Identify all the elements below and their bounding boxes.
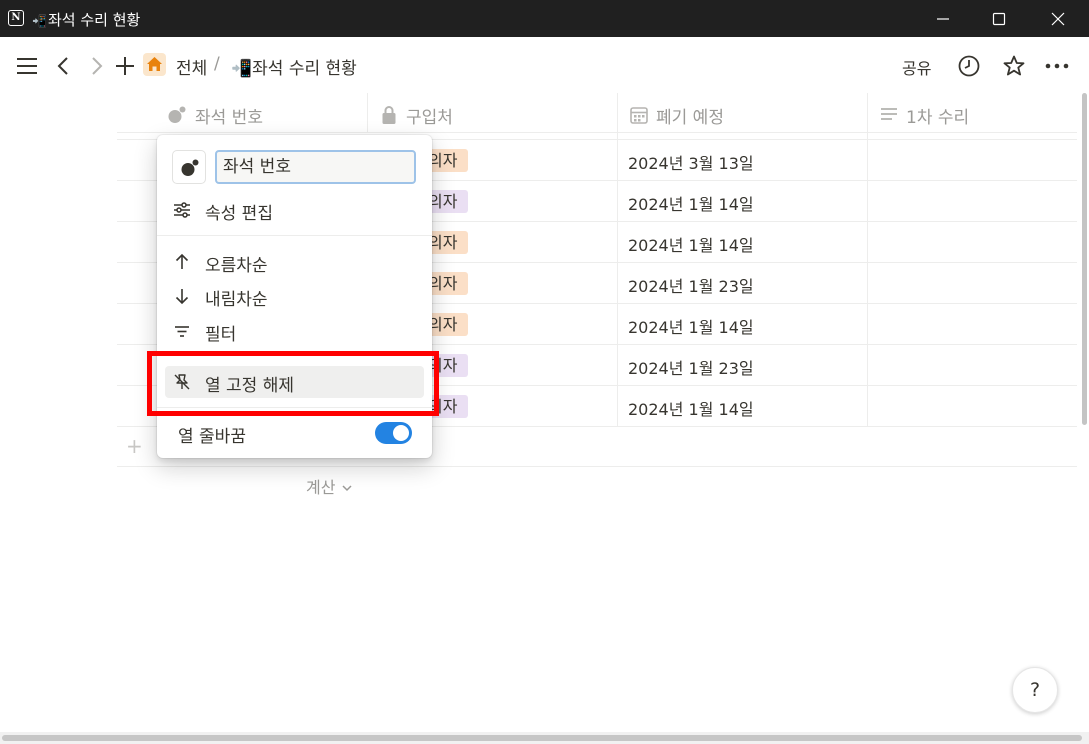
column-header-label: 1차 수리 xyxy=(906,108,970,128)
minimize-button[interactable] xyxy=(915,0,971,37)
disposal-date-cell[interactable]: 2024년 1월 23일 xyxy=(628,273,754,297)
disposal-date-cell[interactable]: 2024년 1월 14일 xyxy=(628,191,754,215)
calculate-button[interactable]: 계산 xyxy=(306,474,353,498)
sliders-icon xyxy=(174,202,190,218)
close-icon xyxy=(1051,12,1065,26)
column-header-seat-number[interactable]: 좌석 번호 xyxy=(117,93,367,133)
window-titlebar: N 📲좌석 수리 현황 xyxy=(0,0,1089,37)
help-button[interactable]: ? xyxy=(1012,667,1058,713)
column-header-label: 좌석 번호 xyxy=(195,108,263,128)
column-header-vendor[interactable]: 구입처 xyxy=(367,93,617,133)
filter-label: 필터 xyxy=(205,325,237,345)
window-title-text: 좌석 수리 현황 xyxy=(47,11,141,29)
share-button[interactable]: 공유 xyxy=(902,55,931,79)
calendar-icon xyxy=(630,107,648,124)
scrollbar-thumb[interactable] xyxy=(2,735,1082,741)
maximize-button[interactable] xyxy=(971,0,1027,37)
lock-icon xyxy=(382,106,396,124)
filter-item[interactable]: 필터 xyxy=(165,315,424,347)
chevron-down-icon xyxy=(342,485,352,492)
breadcrumb-root[interactable]: 전체 xyxy=(176,54,207,79)
property-menu: 좌석 번호 속성 편집 오름차순 내림차순 필터 열 고정 해제 열 줄바꿈 xyxy=(157,135,432,458)
disposal-date-cell[interactable]: 2024년 3월 13일 xyxy=(628,150,754,174)
home-icon xyxy=(147,57,162,71)
sort-ascending-label: 오름차순 xyxy=(205,256,268,276)
maximize-icon xyxy=(992,12,1006,26)
title-dots-icon xyxy=(168,106,186,123)
text-lines-icon xyxy=(881,108,897,120)
notion-app-icon: N xyxy=(8,10,24,26)
property-name-input[interactable]: 좌석 번호 xyxy=(215,150,416,184)
scrollbar-thumb[interactable] xyxy=(1082,93,1087,425)
edit-property-label: 속성 편집 xyxy=(205,204,273,224)
menu-divider xyxy=(157,235,432,236)
column-divider xyxy=(617,133,618,426)
phone-emoji: 📲 xyxy=(32,14,47,28)
minimize-icon xyxy=(937,18,949,20)
row-divider xyxy=(117,466,1077,467)
sort-ascending-item[interactable]: 오름차순 xyxy=(165,246,424,278)
more-options-icon[interactable] xyxy=(1045,54,1069,78)
disposal-date-cell[interactable]: 2024년 1월 14일 xyxy=(628,232,754,256)
window-title: 📲좌석 수리 현황 xyxy=(32,9,140,30)
star-icon[interactable] xyxy=(1002,54,1026,78)
sort-descending-label: 내림차순 xyxy=(205,290,268,310)
menu-divider xyxy=(157,407,432,408)
unfreeze-column-item[interactable]: 열 고정 해제 xyxy=(165,366,424,398)
column-header-first-repair[interactable]: 1차 수리 xyxy=(867,93,1077,133)
column-divider xyxy=(867,133,868,426)
arrow-down-icon xyxy=(175,289,189,305)
home-badge[interactable] xyxy=(143,53,166,76)
forward-arrow-icon[interactable] xyxy=(84,54,108,78)
sort-descending-item[interactable]: 내림차순 xyxy=(165,280,424,312)
arrow-up-icon xyxy=(175,253,189,269)
edit-property-item[interactable]: 속성 편집 xyxy=(165,194,424,226)
breadcrumb-separator: / xyxy=(214,54,220,74)
horizontal-scrollbar[interactable] xyxy=(0,732,1089,744)
column-header-disposal[interactable]: 폐기 예정 xyxy=(617,93,867,133)
menu-icon[interactable] xyxy=(15,54,39,78)
add-row-button[interactable]: + xyxy=(126,434,143,458)
property-icon-button[interactable] xyxy=(172,150,206,184)
filter-icon xyxy=(175,326,189,337)
unfreeze-column-label: 열 고정 해제 xyxy=(205,376,295,396)
table-header: 좌석 번호 구입처 폐기 예정 1차 수리 xyxy=(117,93,1077,133)
unpin-icon xyxy=(174,374,190,390)
disposal-date-cell[interactable]: 2024년 1월 23일 xyxy=(628,355,754,379)
column-header-label: 구입처 xyxy=(406,108,453,128)
calculate-label: 계산 xyxy=(306,478,336,497)
column-header-label: 폐기 예정 xyxy=(656,108,724,128)
disposal-date-cell[interactable]: 2024년 1월 14일 xyxy=(628,314,754,338)
back-arrow-icon[interactable] xyxy=(52,54,76,78)
breadcrumb-page[interactable]: 📲좌석 수리 현황 xyxy=(231,54,357,79)
disposal-date-cell[interactable]: 2024년 1월 14일 xyxy=(628,396,754,420)
wrap-column-toggle[interactable] xyxy=(375,422,412,444)
wrap-column-label: 열 줄바꿈 xyxy=(178,427,246,447)
menu-divider xyxy=(157,355,432,356)
vertical-scrollbar[interactable] xyxy=(1080,93,1089,733)
close-window-button[interactable] xyxy=(1030,0,1086,37)
plus-icon[interactable] xyxy=(113,54,137,78)
title-dots-icon xyxy=(181,159,199,176)
toggle-knob xyxy=(393,425,409,441)
history-clock-icon[interactable] xyxy=(957,54,981,78)
